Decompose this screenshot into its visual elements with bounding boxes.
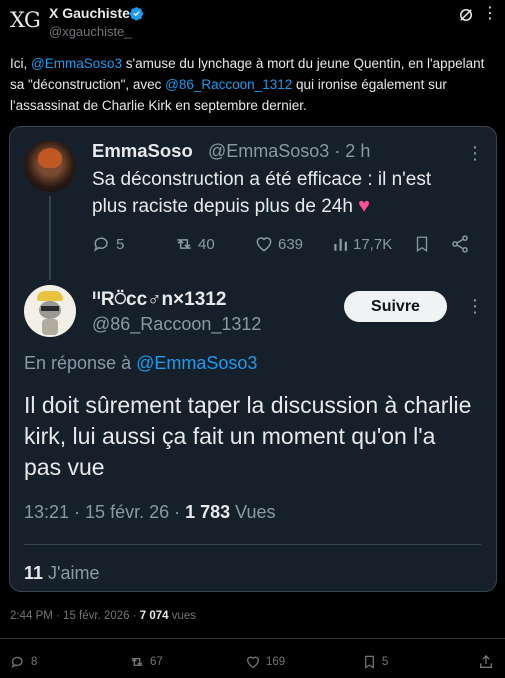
author-handle[interactable]: @xgauchiste_ — [49, 24, 132, 39]
more-options-icon[interactable]: ⋮ — [482, 3, 498, 23]
post-views-label: vues — [168, 610, 197, 622]
parent-text: Sa déconstruction a été efficace : il n'… — [92, 169, 432, 217]
retweet-icon — [131, 658, 143, 666]
author-avatar[interactable]: XG — [10, 8, 44, 34]
reply-icon — [93, 237, 108, 252]
raccoon-avatar[interactable] — [24, 285, 76, 337]
reply-more-icon[interactable]: ⋮ — [466, 296, 484, 317]
raccoon-handle[interactable]: @86_Raccoon_1312 — [92, 314, 261, 335]
reply-likes-stat[interactable]: 11 J'aime — [24, 563, 99, 584]
bookmark-count: 5 — [382, 656, 389, 668]
post-text-seg: Ici, — [10, 56, 32, 71]
reply-tweet-text: Il doit sûrement taper la discussion à c… — [24, 392, 472, 480]
reply-likes-count: 11 — [24, 563, 44, 583]
bookmark-icon[interactable] — [413, 234, 431, 254]
reply-context-prefix: En réponse à — [24, 353, 137, 373]
share-icon[interactable] — [478, 654, 494, 670]
emmasoso-avatar[interactable] — [24, 140, 76, 192]
heart-icon — [256, 237, 272, 252]
like-count: 169 — [266, 656, 286, 668]
post-timestamp[interactable]: 2:44 PM · 15 févr. 2026 · 7 074 vues — [10, 610, 196, 622]
follow-button[interactable]: Suivre — [344, 291, 447, 322]
parent-tweet-text: Sa déconstruction a été efficace : il n'… — [92, 167, 462, 220]
bookmark-action[interactable]: 5 — [362, 654, 388, 670]
verified-badge-icon — [129, 6, 144, 21]
reply-views-label: Vues — [230, 502, 276, 522]
parent-reply-count: 5 — [116, 235, 125, 253]
reply-timestamp[interactable]: 13:21 · 15 févr. 26 · 1 783 Vues — [24, 502, 276, 523]
emmasoso-display-name[interactable]: EmmaSoso — [92, 140, 193, 162]
author-display-name[interactable]: X Gauchiste — [49, 5, 130, 21]
parent-reply-action[interactable]: 5 — [92, 234, 124, 254]
footer-divider — [0, 638, 505, 639]
parent-more-icon[interactable]: ⋮ — [466, 143, 484, 164]
reply-context: En réponse à @EmmaSoso3 — [24, 353, 257, 374]
post-time: 2:44 PM · 15 févr. 2026 · — [10, 610, 140, 622]
reply-count: 8 — [31, 656, 38, 668]
parent-views-count: 17,7K — [353, 235, 393, 253]
like-action[interactable]: 169 — [245, 654, 285, 670]
thread-line — [49, 196, 51, 280]
share-icon[interactable] — [450, 234, 470, 254]
parent-like-count: 639 — [278, 235, 304, 253]
card-divider — [24, 544, 481, 545]
reply-views-count: 1 783 — [185, 502, 231, 522]
reply-likes-label: J'aime — [43, 563, 100, 583]
follow-button-label: Suivre — [371, 297, 420, 315]
mention-86-raccoon[interactable]: @86_Raccoon_1312 — [165, 77, 292, 92]
retweet-count: 67 — [150, 656, 163, 668]
post-views-count: 7 074 — [139, 610, 169, 622]
parent-like-action[interactable]: 639 — [254, 234, 303, 254]
parent-retweet-count: 40 — [198, 235, 215, 253]
translate-icon[interactable] — [457, 6, 475, 24]
reply-time: 13:21 · 15 févr. 26 · — [24, 502, 186, 522]
emmasoso-handle-time[interactable]: @EmmaSoso3 · 2 h — [208, 141, 370, 162]
raccoon-display-name[interactable]: ᐦR⍥cc♂n×1312 — [92, 288, 226, 311]
heart-icon — [246, 656, 260, 669]
reply-action[interactable]: 8 — [10, 654, 37, 670]
reply-to-mention[interactable]: @EmmaSoso3 — [136, 353, 257, 373]
pink-heart-icon: ♥ — [358, 195, 371, 217]
bookmark-icon — [365, 655, 374, 669]
views-bar-icon — [334, 238, 347, 251]
retweet-icon — [177, 239, 191, 249]
parent-retweet-action[interactable]: 40 — [173, 234, 215, 254]
mention-emmasoso3[interactable]: @EmmaSoso3 — [31, 56, 122, 71]
reply-icon — [11, 656, 23, 669]
retweet-action[interactable]: 67 — [128, 654, 163, 670]
post-text: Ici, @EmmaSoso3 s'amuse du lynchage à mo… — [10, 53, 495, 116]
avatar-logo-text: XG — [10, 8, 41, 32]
parent-views-action[interactable]: 17,7K — [332, 234, 392, 254]
